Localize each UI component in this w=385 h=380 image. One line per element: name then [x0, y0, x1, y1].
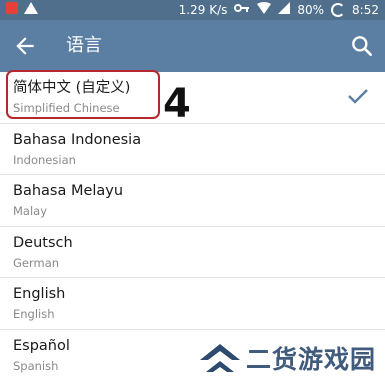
language-name: Bahasa Indonesia: [13, 131, 142, 148]
watermark-text: 二货游戏园: [246, 345, 377, 374]
search-button[interactable]: [349, 33, 375, 59]
battery-level: 80%: [297, 3, 325, 17]
language-item-indonesian[interactable]: Bahasa Indonesia Indonesian: [0, 124, 385, 175]
arrow-back-icon: [16, 37, 34, 55]
language-settings-screen: 1.29 K/s 80% 8:52 语言 简体中文 (自定义) Simplifi…: [0, 0, 385, 380]
language-name: Deutsch: [13, 234, 73, 251]
app-bar: 语言: [0, 20, 385, 72]
language-name: English: [13, 286, 66, 302]
battery-ring-icon: [331, 3, 346, 17]
network-speed: 1.29 K/s: [178, 3, 228, 17]
language-item-german[interactable]: Deutsch German: [0, 227, 385, 278]
language-subtitle: Malay: [13, 204, 48, 218]
clock: 8:52: [352, 3, 379, 17]
language-name: Bahasa Melayu: [13, 183, 124, 199]
language-name: Español: [13, 337, 70, 354]
page-title: 语言: [66, 35, 102, 56]
key-icon: [234, 3, 250, 17]
status-bar-left: [6, 2, 38, 14]
status-bar-right: 1.29 K/s 80% 8:52: [179, 2, 379, 18]
annotation-step-number: 4: [163, 81, 191, 127]
annotation-highlight-box: [6, 70, 160, 119]
language-item-malay[interactable]: Bahasa Melayu Malay: [0, 175, 385, 227]
language-subtitle: Spanish: [13, 358, 59, 373]
language-item-english[interactable]: English English: [0, 278, 385, 330]
status-bar: 1.29 K/s 80% 8:52: [0, 0, 385, 20]
check-icon: [348, 89, 368, 104]
language-subtitle: English: [13, 307, 55, 321]
notification-app-icon: [6, 2, 18, 14]
signal-icon: [278, 2, 291, 18]
watermark-logo-icon: [200, 344, 240, 372]
back-button[interactable]: [12, 33, 38, 59]
search-icon: [352, 36, 372, 56]
watermark: 二货游戏园: [196, 336, 385, 380]
language-subtitle: German: [13, 255, 60, 270]
warning-icon: [24, 2, 38, 14]
wifi-icon: [257, 2, 272, 18]
language-subtitle: Indonesian: [13, 152, 76, 167]
